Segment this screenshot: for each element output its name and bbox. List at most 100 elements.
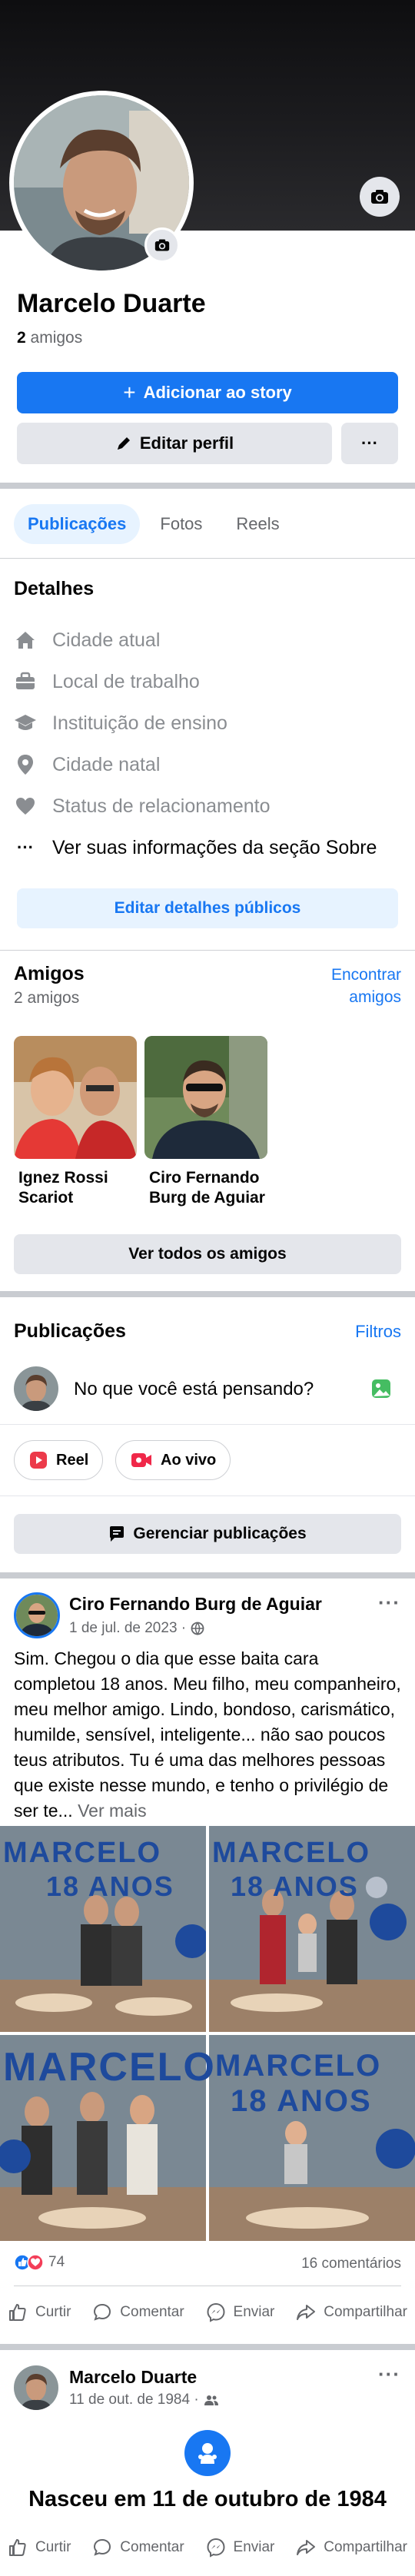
find-friends-link[interactable]: Encontrar amigos [292,964,401,1008]
share-button[interactable]: Compartilhar [296,2538,407,2558]
post-text: Sim. Chegou o dia que esse baita cara co… [14,1646,403,1824]
comment-button[interactable]: Comentar [92,2538,184,2558]
detail-see-about[interactable]: ··· Ver suas informações da seção Sobre [14,832,377,863]
share-label: Compartilhar [324,2539,407,2555]
detail-hometown: Cidade natal [14,749,160,780]
detail-relationship: Status de relacionamento [14,791,271,822]
banner-text: MARCELO [3,2045,216,2090]
like-icon [9,2539,26,2556]
comment-icon [94,2303,111,2321]
section-divider [0,1291,415,1297]
profile-friends-count[interactable]: 2 amigos [17,329,82,347]
tab-reels[interactable]: Reels [222,504,293,544]
live-chip[interactable]: Ao vivo [115,1440,231,1480]
post-options-icon[interactable]: ··· [378,1591,400,1615]
banner-text: MARCELO [215,2049,382,2083]
post-body: Sim. Chegou o dia que esse baita cara co… [14,1648,401,1821]
tabs-divider [0,558,415,559]
friend-name-line2: Scariot [18,1189,74,1207]
composer-avatar[interactable] [14,1366,58,1411]
house-icon [16,632,35,649]
comment-icon [94,2538,111,2556]
graduation-cap-icon [15,715,36,730]
photo-icon[interactable] [370,1378,392,1403]
profile-camera-button[interactable] [144,227,180,263]
find-friends-line1: Encontrar [330,966,401,984]
love-reaction-icon [27,2254,44,2271]
section-divider [0,2344,415,2350]
friend-name: Ignez Rossi Scariot [14,1168,137,1209]
friends-count: 2 amigos [14,989,80,1007]
camera-icon [154,239,170,251]
friend-card[interactable]: Ignez Rossi Scariot [14,1036,137,1209]
life-event-badge [184,2430,231,2476]
divider [0,950,415,951]
see-all-friends-button[interactable]: Ver todos os amigos [14,1234,401,1274]
edit-profile-button[interactable]: Editar perfil [17,423,332,464]
banner-text: 18 ANOS [231,1871,359,1902]
like-button[interactable]: Curtir [8,2538,71,2558]
comment-button[interactable]: Comentar [92,2302,184,2322]
detail-label: Cidade atual [52,629,161,651]
edit-public-details-button[interactable]: Editar detalhes públicos [17,888,398,928]
reactions-count: 74 [48,2254,65,2270]
banner-text: MARCELO [3,1837,162,1869]
detail-label: Local de trabalho [52,670,200,692]
send-button[interactable]: Enviar [206,2302,275,2322]
friend-name: Ciro Fernando Burg de Aguiar [144,1168,267,1209]
friends-title: Amigos [14,963,85,984]
post-author-avatar[interactable] [14,2365,58,2410]
detail-label: Instituição de ensino [52,712,227,734]
publications-title: Publicações [14,1320,126,1342]
plus-icon: + [123,380,136,404]
post-options-icon[interactable]: ··· [378,2362,400,2386]
post-meta: 1 de jul. de 2023 · [69,1620,204,1637]
share-button[interactable]: Compartilhar [296,2302,407,2322]
divider [0,1424,415,1425]
friend-name-line1: Ciro Fernando [149,1169,260,1187]
cover-camera-button[interactable] [360,177,400,217]
friend-name-line1: Ignez Rossi [18,1169,108,1187]
see-more-link[interactable]: Ver mais [78,1801,146,1821]
friends-number: 2 [17,329,26,347]
post-author-name[interactable]: Ciro Fernando Burg de Aguiar [69,1594,322,1615]
section-divider [0,1572,415,1578]
filters-link[interactable]: Filtros [338,1322,401,1342]
post-meta: 11 de out. de 1984 · [69,2392,219,2408]
share-icon [297,2540,316,2555]
manage-posts-button[interactable]: Gerenciar publicações [14,1514,401,1554]
post-date[interactable]: 11 de out. de 1984 · [69,2392,199,2408]
manage-posts-label: Gerenciar publicações [133,1525,307,1542]
messenger-icon [207,2538,225,2558]
composer-input[interactable]: No que você está pensando? [74,1379,314,1400]
profile-tabs: Publicações Fotos Reels [14,504,294,544]
friend-photo [14,1036,137,1159]
post-actions: Curtir Comentar Enviar Compartilhar [8,2302,407,2322]
more-options-button[interactable]: ··· [341,423,398,464]
friend-card[interactable]: Ciro Fernando Burg de Aguiar [144,1036,267,1209]
send-button[interactable]: Enviar [206,2538,275,2558]
detail-workplace: Local de trabalho [14,666,200,697]
add-to-story-button[interactable]: + Adicionar ao story [17,372,398,413]
tab-publicacoes[interactable]: Publicações [14,504,141,544]
comments-count[interactable]: 16 comentários [231,2256,401,2272]
section-divider [0,483,415,489]
reel-chip-label: Reel [56,1451,89,1469]
live-video-icon [131,1453,151,1467]
tab-fotos[interactable]: Fotos [146,504,216,544]
reel-chip[interactable]: Reel [14,1440,104,1480]
send-label: Enviar [233,2304,275,2320]
post-author-avatar[interactable] [14,1592,60,1638]
reel-icon [30,1452,47,1469]
baby-icon [198,2443,217,2464]
comment-label: Comentar [120,2304,184,2320]
post-author-name[interactable]: Marcelo Duarte [69,2367,197,2388]
profile-name: Marcelo Duarte [17,289,206,318]
reactions-summary[interactable]: 74 [14,2254,65,2271]
send-label: Enviar [233,2539,275,2555]
like-button[interactable]: Curtir [8,2302,71,2322]
heart-icon [16,798,35,815]
post-photo-grid[interactable]: MARCELO 18 ANOS MARCELO 18 ANOS MARCELO … [0,1826,415,2241]
post-date[interactable]: 1 de jul. de 2023 · [69,1620,186,1637]
more-dots-icon: ··· [361,433,378,453]
